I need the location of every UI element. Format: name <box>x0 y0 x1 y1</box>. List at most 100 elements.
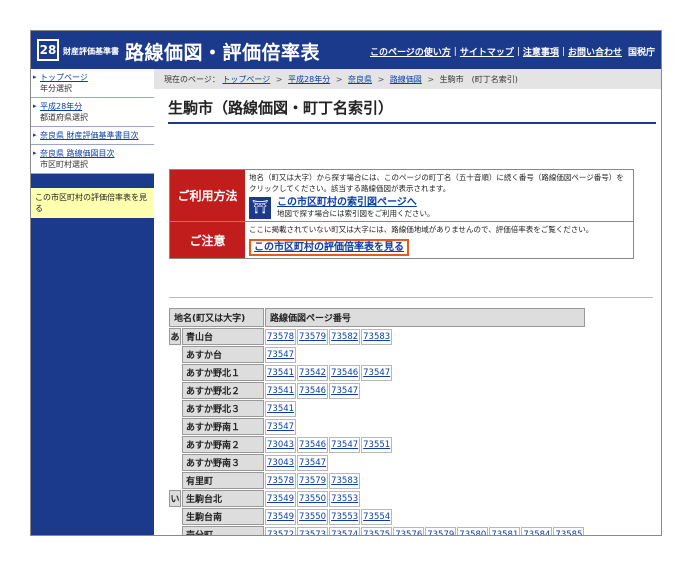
place-name-cell: あすか野南１ <box>182 418 264 435</box>
site-title: 路線価図・評価倍率表 <box>125 42 321 64</box>
route-map-page-link[interactable]: 73547 <box>265 346 297 363</box>
nav-notes-link[interactable]: 注意事項 <box>523 45 559 58</box>
column-header-place: 地名(町又は大字) <box>169 308 264 327</box>
route-map-page-link[interactable]: 73554 <box>361 508 393 525</box>
route-map-page-link[interactable]: 73550 <box>297 490 329 507</box>
page-links-cell: 73043 73546 73547 73551 <box>265 436 585 453</box>
route-map-page-link[interactable]: 73547 <box>361 364 393 381</box>
nav-contact-link[interactable]: お問い合わせ <box>568 45 622 58</box>
table-row: あ青山台 73578 73579 73582 73583 <box>169 328 585 345</box>
breadcrumb-route-map[interactable]: 路線価図 <box>390 75 422 84</box>
bullet-icon: ▸ <box>33 149 37 157</box>
site-prefix: 財産評価基準書 <box>63 47 119 56</box>
japan-map-icon[interactable]: ⛩ <box>249 197 271 219</box>
route-map-page-link[interactable]: 73580 <box>457 526 489 535</box>
route-map-page-link[interactable]: 73579 <box>425 526 457 535</box>
sidebar: ▸ トップページ 年分選択 ▸ 平成28年分 都道府県選択 ▸ 奈良県 財産評価… <box>31 69 154 535</box>
bullet-icon: ▸ <box>33 102 37 110</box>
route-map-page-link[interactable]: 73585 <box>553 526 585 535</box>
route-map-page-link[interactable]: 73549 <box>265 490 297 507</box>
sidebar-item-label[interactable]: 奈良県 路線価図目次 <box>40 149 115 158</box>
breadcrumb-top[interactable]: トップページ <box>222 75 270 84</box>
usage-text: 地名（町又は大字）から探す場合には、このページの町丁名（五十音順）に続く番号（路… <box>249 173 624 193</box>
place-name-cell: 壱分町 <box>182 526 264 535</box>
table-row: い生駒台北 73549 73550 73553 <box>169 490 585 507</box>
place-name-cell: あすか台 <box>182 346 264 363</box>
page-links-cell: 73547 <box>265 418 585 435</box>
route-map-page-link[interactable]: 73578 <box>265 472 297 489</box>
breadcrumb-prefecture[interactable]: 奈良県 <box>348 75 372 84</box>
route-map-page-link[interactable]: 73550 <box>297 508 329 525</box>
route-map-page-link[interactable]: 73579 <box>297 472 329 489</box>
sidebar-item-route-map-index[interactable]: ▸ 奈良県 路線価図目次 市区町村選択 <box>31 145 154 174</box>
route-map-page-link[interactable]: 73579 <box>297 328 329 345</box>
table-row: あすか野南１ 73547 <box>169 418 585 435</box>
sidebar-item-contents[interactable]: ▸ 奈良県 財産評価基準書目次 <box>31 127 154 145</box>
index-map-link[interactable]: この市区町村の索引図ページへ <box>277 197 417 208</box>
route-map-page-link[interactable]: 73549 <box>265 508 297 525</box>
kana-index-cell <box>169 436 181 453</box>
route-map-page-link[interactable]: 73546 <box>297 436 329 453</box>
table-row: あすか野南２ 73043 73546 73547 73551 <box>169 436 585 453</box>
route-map-page-link[interactable]: 73582 <box>329 328 361 345</box>
sidebar-item-label[interactable]: トップページ <box>40 73 88 82</box>
rate-table-link[interactable]: この市区町村の評価倍率表を見る <box>249 239 409 256</box>
route-map-page-link[interactable]: 73547 <box>329 382 361 399</box>
route-map-page-link[interactable]: 73553 <box>329 508 361 525</box>
page-links-cell: 73541 73546 73547 <box>265 382 585 399</box>
route-map-page-link[interactable]: 73547 <box>329 436 361 453</box>
route-map-page-link[interactable]: 73575 <box>361 526 393 535</box>
route-map-page-link[interactable]: 73043 <box>265 454 297 471</box>
route-map-page-link[interactable]: 73584 <box>521 526 553 535</box>
route-map-page-link[interactable]: 73573 <box>297 526 329 535</box>
table-row: あすか野北１ 73541 73542 73546 73547 <box>169 364 585 381</box>
breadcrumb: 現在のページ： トップページ > 平成28年分 > 奈良県 > 路線価図 > 生… <box>154 69 661 89</box>
kana-index-cell <box>169 526 181 535</box>
kana-index-cell <box>169 454 181 471</box>
route-map-page-link[interactable]: 73547 <box>297 454 329 471</box>
sidebar-item-label[interactable]: 奈良県 財産評価基準書目次 <box>40 131 139 140</box>
sidebar-item-top[interactable]: ▸ トップページ 年分選択 <box>31 69 154 98</box>
route-map-page-link[interactable]: 73546 <box>297 382 329 399</box>
sidebar-item-label[interactable]: 平成28年分 <box>40 102 82 111</box>
route-map-page-link[interactable]: 73551 <box>361 436 393 453</box>
route-map-page-link[interactable]: 73541 <box>265 382 297 399</box>
page-links-cell: 73541 73542 73546 73547 <box>265 364 585 381</box>
route-map-page-link[interactable]: 73541 <box>265 364 297 381</box>
table-row: あすか野北２ 73541 73546 73547 <box>169 382 585 399</box>
usage-label: ご利用方法 <box>170 170 245 221</box>
table-row: あすか野南３ 73043 73547 <box>169 454 585 471</box>
table-row: 壱分町 73572 73573 73574 73575 73576 73579 73580 73… <box>169 526 585 535</box>
kana-index-cell <box>169 472 181 489</box>
route-map-page-link[interactable]: 73574 <box>329 526 361 535</box>
sidebar-item-sub: 年分選択 <box>40 84 72 93</box>
top-nav: このページの使い方 | サイトマップ | 注意事項 | お問い合わせ 国税庁 <box>369 45 655 59</box>
place-name-cell: 有里町 <box>182 472 264 489</box>
page-links-cell: 73578 73579 73583 <box>265 472 585 489</box>
route-map-page-link[interactable]: 73542 <box>297 364 329 381</box>
route-map-page-link[interactable]: 73547 <box>265 418 297 435</box>
nav-howto-link[interactable]: このページの使い方 <box>370 45 451 58</box>
browser-frame: 28 財産評価基準書 路線価図・評価倍率表 このページの使い方 | サイトマップ… <box>30 30 662 536</box>
route-map-page-link[interactable]: 73572 <box>265 526 297 535</box>
route-map-page-link[interactable]: 73043 <box>265 436 297 453</box>
breadcrumb-year[interactable]: 平成28年分 <box>288 75 330 84</box>
place-name-cell: 生駒台南 <box>182 508 264 525</box>
place-name-cell: あすか野北１ <box>182 364 264 381</box>
sidebar-item-year[interactable]: ▸ 平成28年分 都道府県選択 <box>31 98 154 127</box>
route-map-page-link[interactable]: 73583 <box>329 472 361 489</box>
route-map-page-link[interactable]: 73583 <box>361 328 393 345</box>
route-map-page-link[interactable]: 73578 <box>265 328 297 345</box>
place-name-cell: あすか野南２ <box>182 436 264 453</box>
route-map-page-link[interactable]: 73576 <box>393 526 425 535</box>
route-map-page-link[interactable]: 73581 <box>489 526 521 535</box>
sidebar-rate-table-link[interactable]: この市区町村の評価倍率表を見る <box>31 188 154 218</box>
route-map-page-link[interactable]: 73553 <box>329 490 361 507</box>
route-map-page-link[interactable]: 73541 <box>265 400 297 417</box>
kana-index-cell <box>169 364 181 381</box>
route-map-page-link[interactable]: 73546 <box>329 364 361 381</box>
kana-index-cell <box>169 508 181 525</box>
bullet-icon: ▸ <box>33 73 37 81</box>
nav-sitemap-link[interactable]: サイトマップ <box>460 45 514 58</box>
page-links-cell: 73043 73547 <box>265 454 585 471</box>
